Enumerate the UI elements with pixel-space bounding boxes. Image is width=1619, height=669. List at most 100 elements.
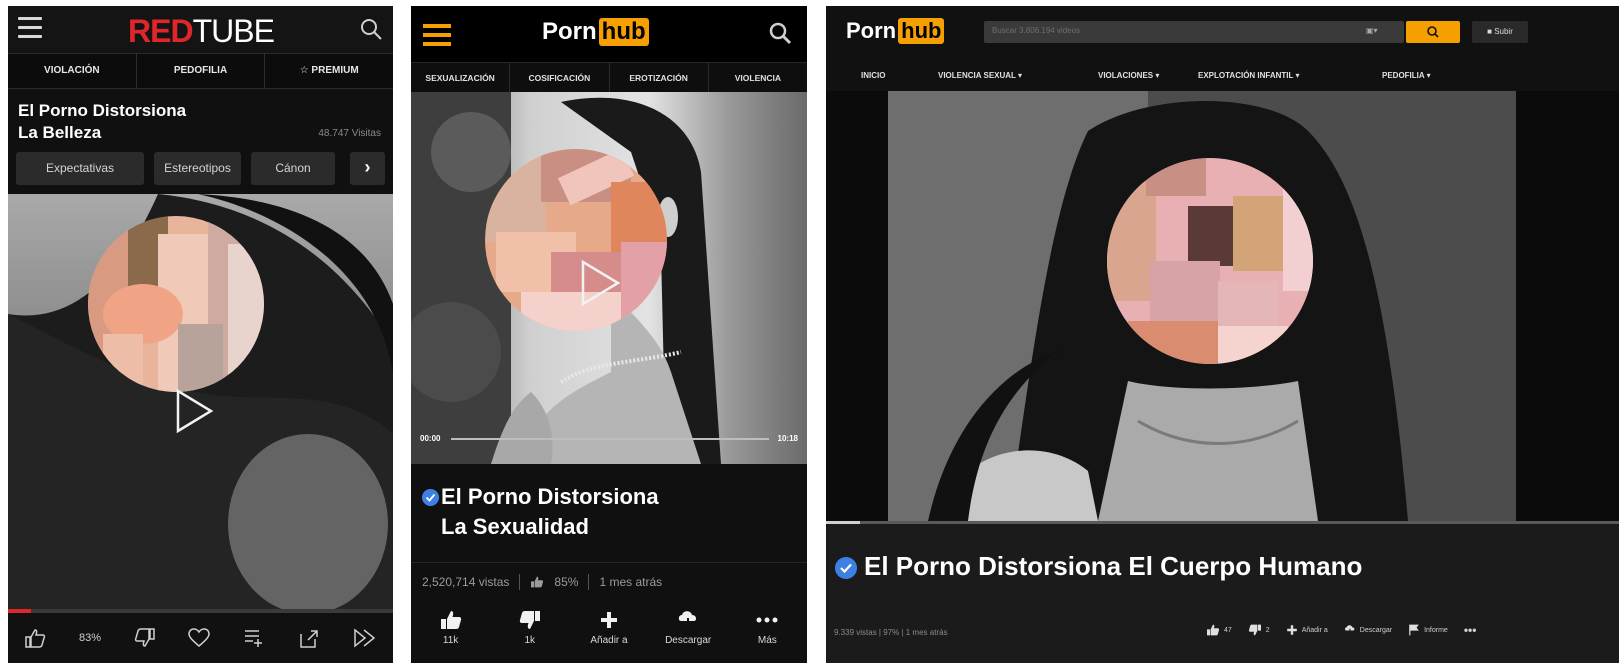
nav-item-inicio[interactable]: INICIO [861,71,885,80]
like-count: 47 [1224,626,1232,634]
redtube-logo[interactable]: REDTUBE [128,13,278,50]
search-input[interactable]: Buscar 3.806.194 videos [984,21,1404,43]
camera-dropdown-icon[interactable]: ▣▾ [1366,26,1378,35]
video-title-line1: El Porno Distorsiona [18,101,187,120]
rating-percent: 83% [79,632,102,644]
divider [411,562,807,563]
stats-separator [588,574,590,590]
menu-icon[interactable] [18,17,42,39]
tag-expectativas[interactable]: Expectativas [16,152,144,185]
dislike-button[interactable]: 1k [495,607,565,663]
video-player[interactable] [888,91,1516,521]
redtube-header: REDTUBE [8,6,393,53]
thumbs-up-icon[interactable] [24,628,46,648]
logo-hub-part: hub [898,18,945,44]
video-player[interactable] [8,194,393,609]
search-icon [1427,26,1439,38]
pornhub-header: Porn hub [411,6,807,62]
nav-item-pedofilia[interactable]: PEDOFILIA ▾ [1382,71,1431,80]
download-icon [679,611,697,630]
nav-item-cosificacion[interactable]: COSIFICACIÓN [510,63,610,92]
download-button[interactable]: Descargar [1344,624,1392,636]
logo-white-part: TUBE [192,13,275,49]
nav-item-premium[interactable]: ☆ PREMIUM [265,54,393,88]
video-progress-bar[interactable] [451,438,769,440]
nav-item-violencia-sexual[interactable]: VIOLENCIA SEXUAL ▾ [938,71,1022,80]
download-icon [1344,625,1355,636]
add-to-playlist-icon[interactable] [243,628,265,648]
nav-item-violencia[interactable]: VIOLENCIA [709,63,807,92]
more-button[interactable]: ••• [1464,623,1477,637]
video-frame [888,91,1516,521]
upload-label: Subir [1494,27,1513,36]
add-to-label: Añadir a [590,635,628,646]
nav-item-violacion[interactable]: VIOLACIÓN [8,54,137,88]
flag-icon [1409,624,1419,636]
current-time: 00:00 [420,434,441,443]
thumbs-up-icon [440,611,461,629]
heart-icon[interactable] [188,628,211,648]
video-actions: 11k 1k Añadir a Descargar Más [411,607,807,663]
add-to-button[interactable]: Añadir a [1286,624,1328,636]
nav-item-erotizacion[interactable]: EROTIZACIÓN [610,63,709,92]
nav-item-pedofilia[interactable]: PEDOFILIA [137,54,266,88]
thumbs-down-icon[interactable] [134,628,156,648]
menu-icon[interactable] [423,24,451,51]
nav-item-explotacion-infantil[interactable]: EXPLOTACIÓN INFANTIL ▾ [1198,71,1300,80]
share-icon[interactable] [298,628,320,648]
report-button[interactable]: Informe [1408,624,1448,636]
thumbs-up-icon [531,576,544,588]
category-nav: VIOLACIÓN PEDOFILIA ☆ PREMIUM [8,53,393,89]
thumbs-down-icon [519,611,540,629]
video-letterbox-right [1516,91,1619,521]
more-label: Más [757,635,777,646]
more-button[interactable]: Más [732,607,802,663]
dislike-button[interactable]: 2 [1248,624,1270,636]
video-title: El Porno Distorsiona El Cuerpo Humano [864,551,1363,581]
tags-next-button[interactable]: › [350,152,385,185]
report-label: Informe [1424,626,1448,634]
pornhub-mobile-screen: Porn hub SEXUALIZACIÓN COSIFICACIÓN EROTI… [411,6,807,663]
video-stats: 2,520,714 vistas 85% 1 mes atrás [422,574,662,590]
video-stats: 9.339 vistas | 97% | 1 mes atrás [834,628,948,637]
desktop-header: Porn hub Buscar 3.806.194 videos ▣▾ ■ Sub… [826,6,1619,61]
tag-canon[interactable]: Cánon [251,152,335,185]
redtube-mobile-screen: REDTUBE VIOLACIÓN PEDOFILIA ☆ PREMIUM El… [8,6,393,663]
add-to-button[interactable]: Añadir a [574,607,644,663]
search-icon[interactable] [767,20,793,46]
pornhub-logo[interactable]: Porn hub [542,18,649,46]
video-title: El Porno Distorsiona La Sexualidad [441,482,659,542]
nav-item-sexualizacion[interactable]: SEXUALIZACIÓN [411,63,511,92]
view-count: 2,520,714 vistas [422,575,510,589]
total-time: 10:18 [777,434,798,443]
tag-estereotipos[interactable]: Estereotipos [154,152,241,185]
verified-icon [835,557,857,579]
tag-list: Expectativas Estereotipos Cánon [16,152,335,185]
download-button[interactable]: Descargar [653,607,723,663]
like-count: 11k [442,635,459,646]
video-title-line2: La Sexualidad [441,514,589,539]
more-icon: ••• [1463,623,1477,637]
upload-button[interactable]: ■ Subir [1472,21,1528,43]
logo-red-part: RED [128,13,194,49]
like-button[interactable]: 11k [416,607,486,663]
next-icon[interactable] [353,628,377,648]
search-placeholder: Buscar 3.806.194 videos [992,26,1081,35]
pornhub-logo[interactable]: Porn hub [846,18,945,44]
plus-icon [1286,625,1297,635]
video-progress-bar[interactable] [826,521,1619,524]
pornhub-desktop-screen: Porn hub Buscar 3.806.194 videos ▣▾ ■ Sub… [826,6,1619,663]
add-to-label: Añadir a [1301,626,1328,634]
rating-percent: 85% [554,575,579,589]
video-action-bar: 83% [8,613,393,663]
video-player[interactable] [411,92,807,464]
video-letterbox-left [826,91,888,521]
thumbs-up-icon [1207,624,1220,636]
like-button[interactable]: 47 [1206,624,1232,636]
plus-icon [600,612,617,628]
video-title-line2: La Belleza [18,123,102,142]
nav-item-violaciones[interactable]: VIOLACIONES ▾ [1098,71,1159,80]
search-icon[interactable] [359,17,383,41]
search-button[interactable] [1406,21,1460,43]
upload-age: 1 mes atrás [599,575,663,589]
